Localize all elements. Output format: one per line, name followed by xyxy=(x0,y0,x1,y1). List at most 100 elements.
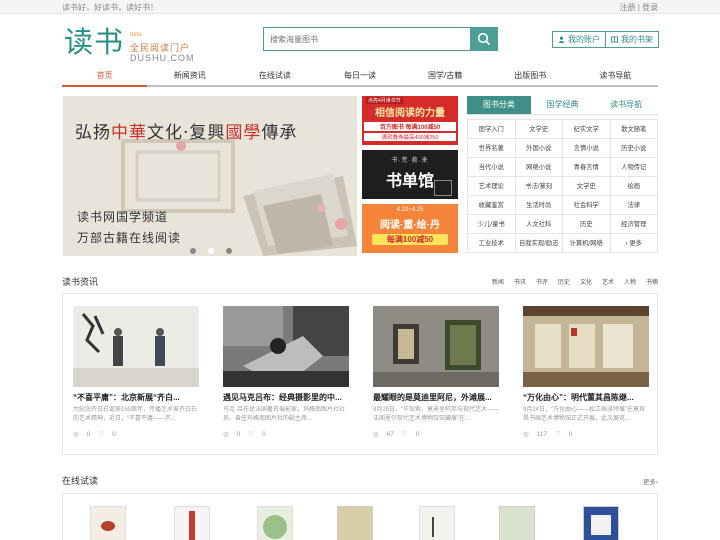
nav-item-guide[interactable]: 读书导航 xyxy=(573,67,658,85)
like-count: 0 xyxy=(415,430,420,438)
like-count: 0 xyxy=(568,430,573,438)
news-list: “不喜平庸”：北京新展“齐白... 为纪念齐白石诞辰160周年，传播艺术家齐白石… xyxy=(62,293,658,455)
news-item[interactable]: “万化由心”：明代董其昌陈继... 9月24日，“万化由心——松江画派特展”在莫… xyxy=(523,306,649,438)
category-item[interactable]: 言情小说 xyxy=(563,139,611,158)
category-item[interactable]: 文学史 xyxy=(515,120,563,139)
category-item[interactable]: 散文随笔 xyxy=(610,120,658,139)
nav-item-publish[interactable]: 出版图书 xyxy=(488,67,573,85)
category-item[interactable]: 外国小说 xyxy=(515,139,563,158)
category-item[interactable]: 当代小说 xyxy=(468,158,516,177)
book-cover[interactable] xyxy=(337,506,373,540)
news-tag[interactable]: 书摘 xyxy=(646,277,658,286)
news-title[interactable]: 最耀眼的是莫迪里阿尼，外滩展... xyxy=(373,392,499,403)
category-item[interactable]: 青春言情 xyxy=(563,158,611,177)
category-item[interactable]: 人物传记 xyxy=(610,158,658,177)
ad-book-list[interactable]: 书·荒·救·来 书单馆 xyxy=(362,150,458,199)
my-shelf-button[interactable]: 我的书架 xyxy=(605,31,659,48)
category-item[interactable]: 纪实文学 xyxy=(563,120,611,139)
news-image xyxy=(373,306,499,387)
main-nav: 首页 新闻资讯 在线试读 每日一读 国学/古籍 出版图书 读书导航 xyxy=(62,67,658,87)
trial-more-link[interactable]: 更多› xyxy=(643,476,658,486)
search-button[interactable] xyxy=(470,28,497,50)
category-item[interactable]: 经济管理 xyxy=(610,215,658,234)
banner-line1: 读书网国学频道 xyxy=(77,210,169,224)
category-item[interactable]: 人文社科 xyxy=(515,215,563,234)
thumb-icon: ♡ xyxy=(98,431,105,438)
hero-banner[interactable]: 弘扬中華文化·复興國學傳承 读书网国学频道 万部古籍在线阅读 xyxy=(63,96,357,256)
search-bar xyxy=(263,27,498,51)
category-item[interactable]: 国学入门 xyxy=(468,120,516,139)
category-item[interactable]: 艺术理论 xyxy=(468,177,516,196)
news-tag[interactable]: 艺术 xyxy=(602,277,614,286)
category-item[interactable]: 绘画 xyxy=(610,177,658,196)
news-tag[interactable]: 新闻 xyxy=(492,277,504,286)
book-cover[interactable] xyxy=(257,506,293,540)
category-more-link[interactable]: › 更多 xyxy=(610,234,658,253)
book-cover[interactable] xyxy=(583,506,619,540)
news-tag[interactable]: 文化 xyxy=(580,277,592,286)
header: 读书 beta 全民阅读门户 DUSHU.COM 我的账户 我的书架 xyxy=(0,14,720,66)
ad-reading-sale[interactable]: 4.22~4.25 阅读·重·绘·丹 每满100减50 xyxy=(362,204,458,253)
category-item[interactable]: 法律 xyxy=(610,196,658,215)
auth-links[interactable]: 注册 | 登录 xyxy=(619,2,658,13)
news-item[interactable]: “不喜平庸”：北京新展“齐白... 为纪念齐白石诞辰160周年，传播艺术家齐白石… xyxy=(73,306,199,438)
news-desc: 9月28日，“毕加索、莫迪里阿尼与现代艺术——法国里尔现代艺术博物馆馆藏展”在.… xyxy=(373,407,499,422)
category-item[interactable]: 工业技术 xyxy=(468,234,516,253)
news-tag[interactable]: 历史 xyxy=(558,277,570,286)
category-item[interactable]: 生活时尚 xyxy=(515,196,563,215)
news-item[interactable]: 最耀眼的是莫迪里阿尼，外滩展... 9月28日，“毕加索、莫迪里阿尼与现代艺术—… xyxy=(373,306,499,438)
banner-heading: 弘扬中華文化·复興國學傳承 xyxy=(75,123,298,143)
tab-book-category[interactable]: 图书分类 xyxy=(467,96,531,114)
category-grid: 国学入门 文学史 纪实文学 散文随笔 世界名著 外国小说 言情小说 历史小说 当代小说 网络小说青… xyxy=(467,119,658,253)
nav-item-daily[interactable]: 每日一读 xyxy=(317,67,402,85)
nav-item-trial[interactable]: 在线试读 xyxy=(232,67,317,85)
news-tag[interactable]: 书讯 xyxy=(514,277,526,286)
tab-classics[interactable]: 国学经典 xyxy=(531,96,595,114)
trial-book-list xyxy=(62,493,658,540)
category-item[interactable]: 网络小说 xyxy=(515,158,563,177)
thumb-icon: ♡ xyxy=(555,431,561,438)
news-title[interactable]: 遇见马克吕布：经典摄影里的中... xyxy=(223,392,349,403)
news-item[interactable]: 遇见马克吕布：经典摄影里的中... 马克·吕布是法国著名摄影家，玛格南图片社社员… xyxy=(223,306,349,438)
nav-item-news[interactable]: 新闻资讯 xyxy=(147,67,232,85)
news-image xyxy=(223,306,349,387)
category-item[interactable]: 收藏鉴赏 xyxy=(468,196,516,215)
category-panel: 图书分类 国学经典 读书导航 国学入门 文学史 纪实文学 散文随笔 世界名著 外国小说 言情… xyxy=(467,96,658,258)
top-bar: 读书好，好读书，读好书！ 注册 | 登录 xyxy=(0,0,720,14)
news-desc: 为纪念齐白石诞辰160周年，传播艺术家齐白石的艺术精神，近日，“不喜平庸——齐.… xyxy=(73,407,198,422)
news-tag[interactable]: 人物 xyxy=(624,277,636,286)
logo-beta: beta xyxy=(130,32,142,38)
nav-item-classics[interactable]: 国学/古籍 xyxy=(403,67,488,85)
category-item[interactable]: 历史小说 xyxy=(610,139,658,158)
news-image xyxy=(73,306,199,387)
search-input[interactable] xyxy=(264,28,470,50)
book-cover[interactable] xyxy=(174,506,210,540)
eye-icon: ◎ xyxy=(223,431,229,438)
category-item[interactable]: 文学史 xyxy=(563,177,611,196)
category-item[interactable]: 社会科学 xyxy=(563,196,611,215)
category-item[interactable]: 少儿/童书 xyxy=(468,215,516,234)
tab-reading-guide[interactable]: 读书导航 xyxy=(594,96,658,114)
nav-item-home[interactable]: 首页 xyxy=(62,67,148,87)
news-title[interactable]: “不喜平庸”：北京新展“齐白... xyxy=(73,392,199,403)
book-cover[interactable] xyxy=(419,506,455,540)
search-icon xyxy=(477,32,490,46)
news-desc: 马克·吕布是法国著名摄影家，玛格南图片社社员。曾任玛格南图片社的副主席... xyxy=(223,407,345,422)
category-item[interactable]: 世界名著 xyxy=(468,139,516,158)
category-item[interactable]: 计算机/网络 xyxy=(563,234,611,253)
ad-reading-festival[interactable]: 点亮4月读书节 相信阅读的力量 百万图书 每满100减50 满就叠券最高400减… xyxy=(362,96,458,145)
news-title[interactable]: “万化由心”：明代董其昌陈继... xyxy=(523,392,649,403)
news-section-title: 读书资讯 xyxy=(62,277,99,287)
my-account-button[interactable]: 我的账户 xyxy=(552,31,606,48)
category-item[interactable]: 自我实现/励志 xyxy=(515,234,563,253)
news-tag[interactable]: 书评 xyxy=(536,277,548,286)
view-count: 117 xyxy=(536,430,548,438)
category-item[interactable]: 历史 xyxy=(563,215,611,234)
book-cover[interactable] xyxy=(499,506,535,540)
banner-line2: 万部古籍在线阅读 xyxy=(77,231,182,245)
category-tabs: 图书分类 国学经典 读书导航 xyxy=(467,96,658,115)
site-logo[interactable]: 读书 beta 全民阅读门户 DUSHU.COM xyxy=(64,24,214,64)
category-item[interactable]: 书法/篆刻 xyxy=(515,177,563,196)
book-cover[interactable] xyxy=(90,506,126,540)
my-account-label: 我的账户 xyxy=(568,35,600,44)
